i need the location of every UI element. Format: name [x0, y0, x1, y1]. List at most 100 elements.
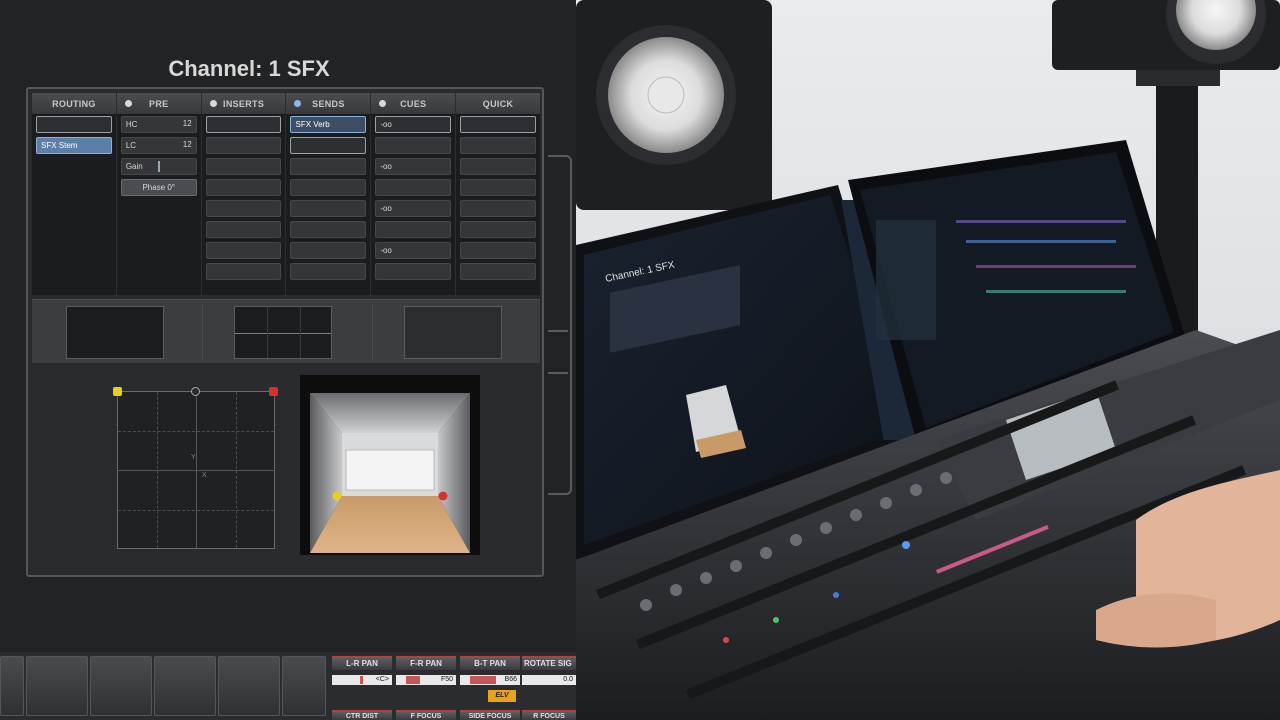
- bt-pan-readout: B66: [504, 676, 517, 683]
- enable-dot-icon[interactable]: [379, 100, 387, 107]
- video-frame: Channel: 1 SFX ROUTING PRE INSERTS SENDS…: [0, 0, 1280, 720]
- bracket-tick: [548, 330, 568, 332]
- eq-display[interactable]: [234, 306, 332, 359]
- studio-photo: Channel: 1 SFX: [576, 0, 1280, 720]
- x-axis-label: X: [202, 472, 207, 479]
- insert-slot[interactable]: [205, 200, 282, 217]
- f-focus-button[interactable]: F FOCUS: [396, 710, 456, 720]
- front-right-speaker-icon[interactable]: [269, 387, 278, 396]
- bt-pan-button[interactable]: B-T PAN: [460, 656, 520, 670]
- send-slot[interactable]: [290, 263, 367, 280]
- insert-slot[interactable]: [205, 263, 282, 280]
- lr-pan-button[interactable]: L-R PAN: [332, 656, 392, 670]
- tab-label: ROUTING: [52, 98, 96, 109]
- quick-slot[interactable]: [460, 242, 536, 259]
- enable-dot-icon[interactable]: [124, 100, 132, 107]
- tab-bar: ROUTING PRE INSERTS SENDS CUES QUICK: [32, 93, 540, 115]
- tab-quick[interactable]: QUICK: [456, 93, 540, 114]
- lc-filter[interactable]: LC 12: [120, 137, 197, 154]
- panel-bracket: [548, 155, 572, 495]
- gain-control[interactable]: Gain: [120, 158, 197, 175]
- phase-button[interactable]: Phase 0°: [120, 179, 197, 196]
- ctr-dist-button[interactable]: CTR DIST: [332, 710, 392, 720]
- insert-slot[interactable]: [205, 242, 282, 259]
- soft-key[interactable]: [282, 656, 326, 716]
- cue-level[interactable]: -oo: [375, 242, 452, 259]
- send-slot[interactable]: [290, 179, 367, 196]
- rotate-value: 0.0: [522, 675, 576, 685]
- soft-key[interactable]: [218, 656, 280, 716]
- r-focus-button[interactable]: R FOCUS: [522, 710, 576, 720]
- send-slot[interactable]: SFX Verb: [290, 116, 367, 133]
- quick-slot[interactable]: [460, 116, 536, 133]
- lr-pan-readout: <C>: [375, 676, 389, 683]
- send-slot[interactable]: [290, 158, 367, 175]
- insert-slot[interactable]: [205, 221, 282, 238]
- quick-slot[interactable]: [460, 179, 536, 196]
- eq-gridline: [300, 307, 301, 358]
- tab-sends[interactable]: SENDS: [286, 93, 372, 114]
- center-speaker-icon[interactable]: [191, 387, 200, 396]
- fr-pan-button[interactable]: F-R PAN: [396, 656, 456, 670]
- insert-slot[interactable]: [205, 179, 282, 196]
- enable-dot-icon[interactable]: [294, 100, 302, 107]
- cue-slot[interactable]: [375, 137, 452, 154]
- meter-display: [66, 306, 164, 359]
- quick-slot[interactable]: [460, 158, 536, 175]
- send-slot[interactable]: [290, 137, 367, 154]
- cue-slot[interactable]: [375, 179, 452, 196]
- routing-output-slot[interactable]: SFX Stem: [36, 137, 112, 154]
- enable-dot-icon[interactable]: [209, 100, 217, 107]
- front-left-speaker-icon[interactable]: [113, 387, 122, 396]
- soft-key[interactable]: [26, 656, 88, 716]
- channel-grid: SFX Stem HC 12 LC 12 Gain Phase 0° SFX V…: [32, 115, 540, 295]
- fr-pan-value: F50: [396, 675, 456, 685]
- tab-inserts[interactable]: INSERTS: [202, 93, 287, 114]
- gain-marker: [157, 161, 160, 172]
- quick-slot[interactable]: [460, 200, 536, 217]
- divider: [202, 304, 203, 360]
- studio-console-photo: Channel: 1 SFX: [576, 0, 1280, 720]
- cue-slot[interactable]: [375, 263, 452, 280]
- insert-slot[interactable]: [205, 158, 282, 175]
- bracket-tick: [548, 372, 568, 374]
- tab-routing[interactable]: ROUTING: [32, 93, 117, 114]
- dynamics-display[interactable]: [404, 306, 502, 359]
- bottom-control-strip: L-R PAN <C> F-R PAN F50 B-T PAN B66 ROTA…: [0, 652, 576, 720]
- quick-slot[interactable]: [460, 263, 536, 280]
- surround-panner[interactable]: Y X: [117, 391, 275, 549]
- send-slot[interactable]: [290, 221, 367, 238]
- lr-pan-indicator: [360, 676, 363, 684]
- tab-cues[interactable]: CUES: [371, 93, 457, 114]
- routing-slot[interactable]: [36, 116, 112, 133]
- insert-slot[interactable]: [205, 137, 282, 154]
- insert-slot[interactable]: [205, 116, 282, 133]
- tab-pre[interactable]: PRE: [117, 93, 202, 114]
- bt-pan-value: B66: [460, 675, 520, 685]
- tab-label: CUES: [400, 98, 427, 109]
- lc-label: LC: [125, 141, 137, 150]
- cue-slot[interactable]: [375, 221, 452, 238]
- soft-key[interactable]: [154, 656, 216, 716]
- cue-level[interactable]: -oo: [375, 200, 452, 217]
- soft-key[interactable]: [0, 656, 24, 716]
- room-view: [300, 375, 480, 555]
- send-slot[interactable]: [290, 200, 367, 217]
- quick-slot[interactable]: [460, 221, 536, 238]
- rotate-sig-button[interactable]: ROTATE SIG: [522, 656, 576, 670]
- routing-column: SFX Stem: [32, 115, 117, 295]
- quick-slot[interactable]: [460, 137, 536, 154]
- fr-pan-readout: F50: [440, 676, 453, 683]
- elv-button[interactable]: ELV: [488, 690, 516, 702]
- sends-column: SFX Verb: [286, 115, 372, 295]
- panner-axis: [118, 470, 274, 471]
- side-focus-button[interactable]: SIDE FOCUS: [460, 710, 520, 720]
- cue-level[interactable]: -oo: [375, 158, 452, 175]
- lc-value: 12: [182, 140, 192, 149]
- cue-level[interactable]: -oo: [375, 116, 452, 133]
- hc-filter[interactable]: HC 12: [120, 116, 197, 133]
- send-slot[interactable]: [290, 242, 367, 259]
- soft-key[interactable]: [90, 656, 152, 716]
- hc-label: HC: [125, 120, 138, 129]
- bt-pan-indicator: [470, 676, 496, 684]
